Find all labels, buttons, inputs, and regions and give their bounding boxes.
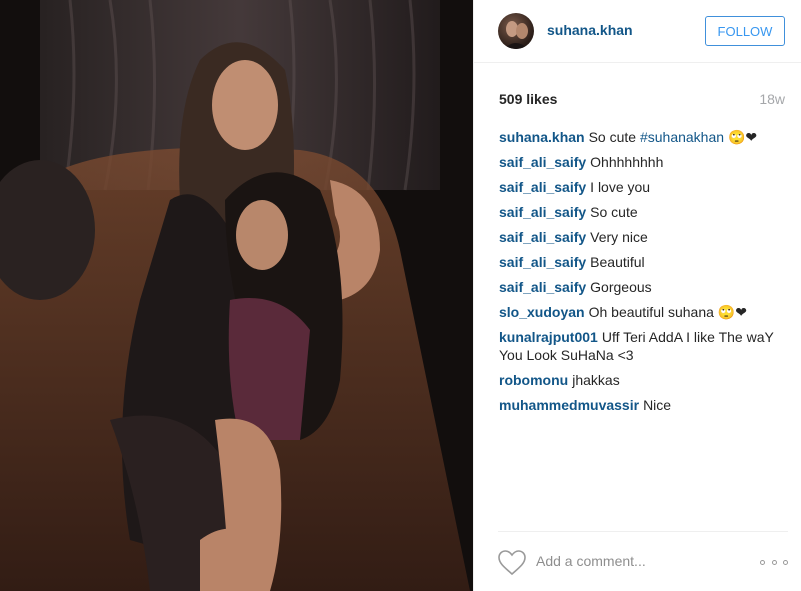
- comment-text: Gorgeous: [590, 279, 652, 295]
- comment-item: saif_ali_saify So cute: [499, 203, 789, 221]
- photo-illustration: [0, 0, 473, 591]
- comment-item: saif_ali_saify Very nice: [499, 228, 789, 246]
- comment-username[interactable]: saif_ali_saify: [499, 279, 586, 295]
- comment-item: robomonu jhakkas: [499, 371, 789, 389]
- comment-username[interactable]: saif_ali_saify: [499, 254, 586, 270]
- username-link[interactable]: suhana.khan: [547, 22, 633, 38]
- post-sidebar: suhana.khan FOLLOW 509 likes 18w suhana.…: [473, 0, 801, 591]
- caption-text: So cute: [588, 129, 637, 145]
- comment-text: Very nice: [590, 229, 648, 245]
- dot: [760, 559, 765, 565]
- likes-count[interactable]: 509 likes: [499, 91, 557, 107]
- comment-item: slo_xudoyan Oh beautiful suhana 🙄❤: [499, 303, 789, 321]
- comment-username[interactable]: kunalrajput001: [499, 329, 598, 345]
- comment-username[interactable]: robomonu: [499, 372, 568, 388]
- comment-text: Beautiful: [590, 254, 645, 270]
- comment-item: saif_ali_saify Beautiful: [499, 253, 789, 271]
- follow-button[interactable]: FOLLOW: [705, 16, 785, 46]
- comment-item: kunalrajput001 Uff Teri AddA I like The w…: [499, 328, 789, 364]
- post-footer: [498, 531, 788, 590]
- comment-username[interactable]: muhammedmuvassir: [499, 397, 639, 413]
- comment-item: saif_ali_saify I love you: [499, 178, 789, 196]
- heart-outline-icon[interactable]: [498, 550, 526, 576]
- comment-username[interactable]: saif_ali_saify: [499, 229, 586, 245]
- comment-text: Oh beautiful suhana 🙄❤: [588, 304, 747, 320]
- comment-text: Nice: [643, 397, 672, 413]
- caption-username[interactable]: suhana.khan: [499, 129, 585, 145]
- comment-item: saif_ali_saify Gorgeous: [499, 278, 789, 296]
- avatar[interactable]: [498, 13, 534, 49]
- comment-username[interactable]: slo_xudoyan: [499, 304, 585, 320]
- post-timestamp[interactable]: 18w: [759, 91, 785, 107]
- comment-username[interactable]: saif_ali_saify: [499, 154, 586, 170]
- instagram-post: suhana.khan FOLLOW 509 likes 18w suhana.…: [0, 0, 801, 591]
- hashtag-link[interactable]: #suhanakhan: [640, 129, 724, 145]
- caption-emoji: 🙄❤: [727, 129, 758, 145]
- comment-input[interactable]: [536, 549, 746, 573]
- dot: [783, 559, 788, 565]
- comment-text: So cute: [590, 204, 638, 220]
- comment-item: saif_ali_saify Ohhhhhhhh: [499, 153, 789, 171]
- avatar-image: [504, 21, 528, 49]
- comment-username[interactable]: saif_ali_saify: [499, 204, 586, 220]
- post-header: suhana.khan FOLLOW: [474, 0, 801, 63]
- comment-username[interactable]: saif_ali_saify: [499, 179, 586, 195]
- dot: [771, 559, 777, 565]
- more-options-icon[interactable]: [760, 552, 788, 572]
- post-photo[interactable]: [0, 0, 473, 591]
- post-stats: 509 likes 18w: [499, 91, 785, 109]
- comment-item: muhammedmuvassir Nice: [499, 396, 789, 414]
- comments-list: suhana.khan So cute #suhanakhan 🙄❤ saif_a…: [499, 128, 789, 421]
- comment-text: I love you: [590, 179, 651, 195]
- comment-text: jhakkas: [572, 372, 620, 388]
- comment-text: Ohhhhhhhh: [590, 154, 664, 170]
- caption: suhana.khan So cute #suhanakhan 🙄❤: [499, 128, 789, 146]
